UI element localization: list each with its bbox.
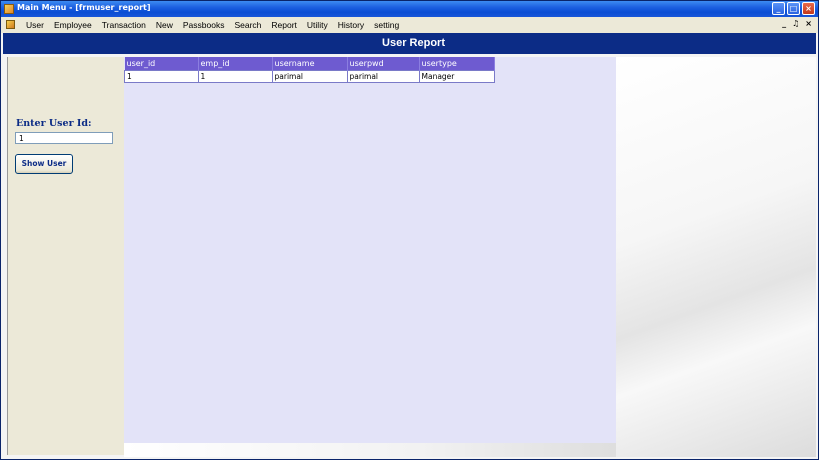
cell-emp-id[interactable]: 1 xyxy=(197,70,273,83)
window-title: Main Menu - [frmuser_report] xyxy=(17,3,151,12)
page-title: User Report xyxy=(3,33,816,54)
cell-user-id[interactable]: 1 xyxy=(124,70,199,83)
background-strip xyxy=(124,443,616,457)
menu-items: User Employee Transaction New Passbooks … xyxy=(21,17,404,33)
user-id-input[interactable] xyxy=(15,132,113,144)
mdi-minimize-button[interactable]: _ xyxy=(782,19,786,28)
mdi-close-button[interactable]: × xyxy=(805,19,812,28)
column-header-user-id[interactable]: user_id xyxy=(124,57,199,71)
cell-usertype[interactable]: Manager xyxy=(418,70,495,83)
menu-passbooks[interactable]: Passbooks xyxy=(178,20,230,30)
menu-utility[interactable]: Utility xyxy=(302,20,333,30)
cell-userpwd[interactable]: parimal xyxy=(346,70,420,83)
close-button[interactable]: × xyxy=(802,2,815,15)
column-header-userpwd[interactable]: userpwd xyxy=(347,57,420,71)
minimize-button[interactable]: _ xyxy=(772,2,785,15)
menu-user[interactable]: User xyxy=(21,20,49,30)
mdi-child-icon[interactable] xyxy=(6,20,15,29)
title-bar[interactable]: Main Menu - [frmuser_report] _ □ × xyxy=(1,1,818,17)
background-area xyxy=(616,57,816,457)
user-table: user_id emp_id username userpwd usertype… xyxy=(124,57,495,83)
column-header-emp-id[interactable]: emp_id xyxy=(198,57,273,71)
data-grid[interactable]: user_id emp_id username userpwd usertype… xyxy=(124,57,616,443)
user-id-label: Enter User Id: xyxy=(16,118,92,129)
app-icon xyxy=(4,4,14,14)
menu-setting[interactable]: setting xyxy=(369,20,404,30)
menu-search[interactable]: Search xyxy=(229,20,266,30)
menu-transaction[interactable]: Transaction xyxy=(97,20,151,30)
menu-new[interactable]: New xyxy=(151,20,178,30)
mdi-restore-button[interactable]: ♫ xyxy=(792,19,799,28)
menu-history[interactable]: History xyxy=(333,20,369,30)
left-panel: Enter User Id: Show User xyxy=(7,57,125,455)
column-header-usertype[interactable]: usertype xyxy=(419,57,495,71)
column-header-username[interactable]: username xyxy=(272,57,348,71)
cell-username[interactable]: parimal xyxy=(271,70,348,83)
table-row[interactable]: 1 1 parimal parimal Manager xyxy=(124,70,495,83)
mdi-controls: _ ♫ × xyxy=(782,19,812,28)
page-title-text: User Report xyxy=(382,37,445,49)
menu-report[interactable]: Report xyxy=(266,20,302,30)
main-window: Main Menu - [frmuser_report] _ □ × User … xyxy=(0,0,819,460)
show-user-button[interactable]: Show User xyxy=(15,154,73,174)
table-header-row: user_id emp_id username userpwd usertype xyxy=(124,57,495,71)
menu-employee[interactable]: Employee xyxy=(49,20,97,30)
menu-bar: User Employee Transaction New Passbooks … xyxy=(1,17,818,33)
maximize-button[interactable]: □ xyxy=(787,2,800,15)
